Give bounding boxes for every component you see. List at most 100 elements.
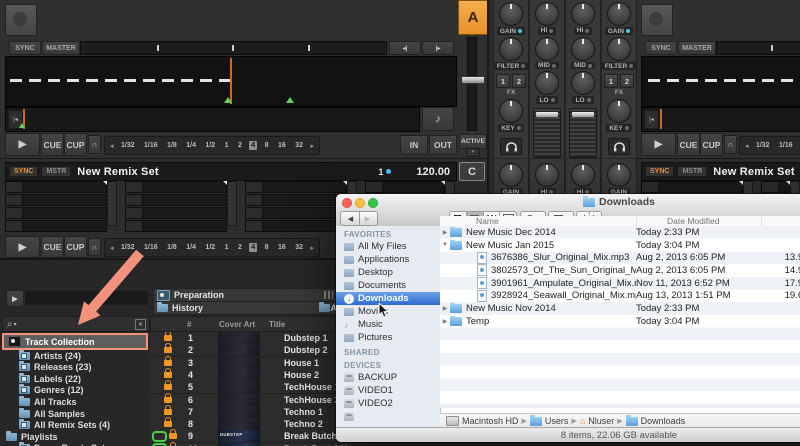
beatjump-2[interactable]: 2 bbox=[236, 141, 244, 150]
deck-b-cover-placeholder[interactable] bbox=[641, 4, 673, 36]
beatjump-1-2[interactable]: 1/2 bbox=[203, 141, 217, 150]
deck-a-master-button[interactable]: MASTER bbox=[42, 41, 80, 55]
deck-c-sync-button[interactable]: SYNC bbox=[9, 166, 39, 177]
key-knob[interactable] bbox=[607, 99, 631, 123]
minimize-button[interactable] bbox=[355, 198, 365, 208]
beatjump-left-icon[interactable]: ◂ bbox=[745, 142, 749, 150]
channel-volume-fader[interactable] bbox=[569, 108, 597, 158]
file-row-3928924-seawall-original-mix-m[interactable]: 3928924_Seawall_Original_Mix.mp3 Aug 13, … bbox=[440, 289, 800, 302]
deck-b-play-button[interactable]: ▶ bbox=[641, 133, 676, 156]
deck-d-master-button[interactable]: MSTR bbox=[677, 166, 708, 177]
preview-play-button[interactable]: ▶ bbox=[6, 290, 24, 307]
gain-lower-knob[interactable] bbox=[499, 163, 523, 187]
tree-item-releases-23-[interactable]: Releases (23) bbox=[2, 361, 148, 373]
tree-item-all-tracks[interactable]: All Tracks bbox=[2, 395, 148, 407]
sidebar-item-all-my-files[interactable]: All My Files bbox=[336, 240, 440, 253]
file-row-new-music-jan-2015[interactable]: ▼ New Music Jan 2015 Today 3:04 PM -- bbox=[440, 239, 800, 252]
back-button[interactable]: ◀ bbox=[343, 212, 360, 225]
beatjump-16[interactable]: 16 bbox=[276, 141, 288, 150]
deck-a-waveform[interactable] bbox=[5, 56, 457, 107]
path-item-downloads[interactable]: Downloads bbox=[641, 416, 686, 426]
beatjump-1[interactable]: 1 bbox=[223, 243, 231, 252]
column-number[interactable]: # bbox=[187, 320, 191, 329]
beatjump-1[interactable]: 1 bbox=[223, 141, 231, 150]
path-item-macintosh-hd[interactable]: Macintosh HD bbox=[462, 416, 519, 426]
fx-1-button[interactable]: 1 bbox=[496, 74, 510, 88]
deck-a-cue-button[interactable]: CUE bbox=[41, 133, 64, 156]
deck-a-letter-tab[interactable]: A bbox=[458, 0, 488, 35]
deck-c-master-button[interactable]: MSTR bbox=[41, 166, 72, 177]
sidebar-item-pictures[interactable]: Pictures bbox=[336, 331, 440, 344]
deck-b-cue-button[interactable]: CUE bbox=[677, 133, 700, 156]
disclosure-collapsed-icon[interactable]: ▶ bbox=[440, 229, 450, 236]
sidebar-item-desktop[interactable]: Desktop bbox=[336, 266, 440, 279]
deck-a-loop-in-button[interactable]: ∩ bbox=[88, 135, 101, 154]
channel-volume-fader[interactable] bbox=[533, 108, 561, 158]
deck-b-loop-in-button[interactable]: ∩ bbox=[724, 135, 737, 154]
file-row-3802573-of-the-sun-original-mi[interactable]: 3802573_Of_The_Sun_Original_Mix.mp3Aug 2… bbox=[440, 264, 800, 277]
sidebar-item-backup[interactable]: BACKUP bbox=[336, 371, 440, 384]
tree-item-all-remix-sets-4-[interactable]: All Remix Sets (4) bbox=[2, 419, 148, 431]
sample-cell[interactable] bbox=[125, 194, 227, 206]
file-row-3901961-ampulate-original-mix-[interactable]: 3901961_Ampulate_Original_Mix.mp3Nov 11,… bbox=[440, 277, 800, 290]
sample-cell[interactable] bbox=[125, 181, 227, 193]
sample-cell[interactable] bbox=[5, 220, 107, 232]
file-row-new-music-dec-2014[interactable]: ▶ New Music Dec 2014 Today 2:33 PM -- bbox=[440, 226, 800, 239]
deck-c-quantize-value[interactable]: 1 bbox=[378, 167, 383, 177]
beatjump-1-32[interactable]: 1/32 bbox=[754, 141, 772, 150]
hi-knob[interactable] bbox=[571, 2, 595, 26]
deck-a-grid-left-button[interactable]: ◂| bbox=[389, 41, 421, 55]
deck-a-sync-button[interactable]: SYNC bbox=[9, 41, 41, 55]
sidebar-item-video1[interactable]: VIDEO1 bbox=[336, 384, 440, 397]
lo-knob[interactable] bbox=[535, 71, 559, 96]
filter-knob[interactable] bbox=[607, 37, 631, 61]
headphone-cue-button[interactable] bbox=[500, 138, 522, 155]
deck-d-sync-button[interactable]: SYNC bbox=[645, 166, 675, 177]
deck-c-letter-tab[interactable]: C bbox=[459, 162, 485, 181]
favorite-history[interactable]: History A bbox=[153, 301, 338, 315]
beatjump-4[interactable]: 4 bbox=[249, 243, 258, 252]
file-row-new-music-nov-2014[interactable]: ▶ New Music Nov 2014 Today 2:33 PM -- bbox=[440, 302, 800, 315]
sample-cell[interactable] bbox=[245, 207, 347, 219]
slot-volume-strip[interactable] bbox=[107, 181, 117, 226]
gain-knob[interactable] bbox=[499, 2, 523, 26]
sample-cell[interactable] bbox=[245, 220, 347, 232]
sample-cell[interactable] bbox=[245, 194, 347, 206]
sample-cell[interactable] bbox=[5, 181, 107, 193]
hi-knob[interactable] bbox=[535, 2, 559, 26]
deck-c-bpm-display[interactable]: 120.00 bbox=[416, 166, 450, 178]
tree-item-genres-12-[interactable]: Genres (12) bbox=[2, 384, 148, 396]
deck-a-stripe-overview[interactable]: |◂ bbox=[5, 107, 420, 132]
path-item-users[interactable]: Users bbox=[545, 416, 569, 426]
deck-b-cup-button[interactable]: CUP bbox=[700, 133, 723, 156]
mid-knob[interactable] bbox=[571, 36, 595, 61]
headphone-cue-button[interactable] bbox=[608, 138, 630, 155]
deck-b-waveform[interactable] bbox=[641, 56, 800, 107]
beatjump-8[interactable]: 8 bbox=[263, 141, 271, 150]
deck-a-keylock-button[interactable]: ♪ bbox=[422, 107, 454, 131]
sidebar-item-device[interactable] bbox=[336, 410, 440, 423]
sample-cell[interactable] bbox=[125, 207, 227, 219]
deck-a-active-button[interactable]: ACTIVE bbox=[459, 134, 487, 149]
column-name[interactable]: Name bbox=[440, 216, 637, 226]
deck-a-play-button[interactable]: ▶ bbox=[5, 133, 40, 156]
fx-2-button[interactable]: 2 bbox=[512, 74, 526, 88]
sample-cell[interactable] bbox=[365, 181, 445, 193]
file-row-temp[interactable]: ▶ Temp Today 3:04 PM -- bbox=[440, 315, 800, 328]
deck-b-sync-button[interactable]: SYNC bbox=[645, 41, 677, 55]
hi-lower-knob[interactable] bbox=[535, 163, 559, 187]
key-knob[interactable] bbox=[499, 99, 523, 123]
deck-b-master-button[interactable]: MASTER bbox=[678, 41, 716, 55]
favorite-preparation[interactable]: Preparation bbox=[153, 288, 338, 302]
deck-a-grid-right-button[interactable]: |▸ bbox=[422, 41, 454, 55]
column-size[interactable]: Size bbox=[762, 216, 800, 226]
finder-window[interactable]: Downloads ◀ ▶ ▾ ▾ ↑ bbox=[336, 194, 800, 442]
beatjump-1-16[interactable]: 1/16 bbox=[777, 141, 795, 150]
zoom-button[interactable] bbox=[368, 198, 378, 208]
filter-knob[interactable] bbox=[499, 37, 523, 61]
tree-item-all-samples[interactable]: All Samples bbox=[2, 407, 148, 419]
deck-a-loop-in-marker-button[interactable]: IN bbox=[400, 135, 428, 155]
forward-button[interactable]: ▶ bbox=[360, 212, 376, 225]
sample-cell[interactable] bbox=[5, 207, 107, 219]
column-cover-art[interactable]: Cover Art bbox=[219, 320, 255, 329]
